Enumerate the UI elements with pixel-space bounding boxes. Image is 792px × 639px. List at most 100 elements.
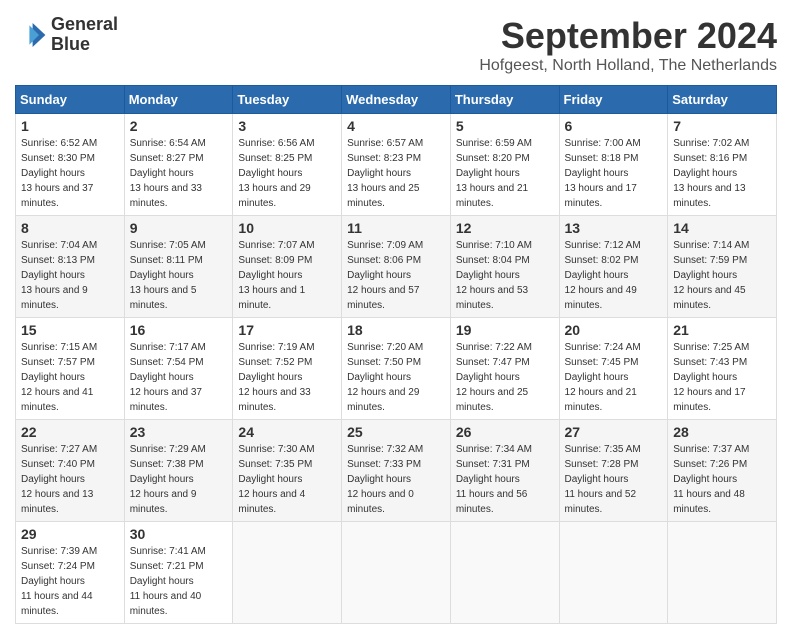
day-number: 18: [347, 322, 445, 338]
logo-icon: [15, 19, 47, 51]
day-info: Sunrise: 7:19 AM Sunset: 7:52 PM Dayligh…: [238, 340, 336, 415]
header-friday: Friday: [559, 86, 668, 114]
calendar-cell: 26 Sunrise: 7:34 AM Sunset: 7:31 PM Dayl…: [450, 420, 559, 522]
day-info: Sunrise: 7:05 AM Sunset: 8:11 PM Dayligh…: [130, 238, 228, 313]
header-wednesday: Wednesday: [342, 86, 451, 114]
calendar-cell: [342, 522, 451, 624]
day-info: Sunrise: 7:35 AM Sunset: 7:28 PM Dayligh…: [565, 442, 663, 517]
calendar-cell: 19 Sunrise: 7:22 AM Sunset: 7:47 PM Dayl…: [450, 318, 559, 420]
logo-line1: General: [51, 15, 118, 35]
day-number: 26: [456, 424, 554, 440]
calendar-cell: 16 Sunrise: 7:17 AM Sunset: 7:54 PM Dayl…: [124, 318, 233, 420]
day-info: Sunrise: 6:59 AM Sunset: 8:20 PM Dayligh…: [456, 136, 554, 211]
day-number: 20: [565, 322, 663, 338]
day-info: Sunrise: 7:12 AM Sunset: 8:02 PM Dayligh…: [565, 238, 663, 313]
calendar-cell: 2 Sunrise: 6:54 AM Sunset: 8:27 PM Dayli…: [124, 114, 233, 216]
day-info: Sunrise: 7:14 AM Sunset: 7:59 PM Dayligh…: [673, 238, 771, 313]
calendar-cell: 4 Sunrise: 6:57 AM Sunset: 8:23 PM Dayli…: [342, 114, 451, 216]
day-number: 5: [456, 118, 554, 134]
calendar-cell: 12 Sunrise: 7:10 AM Sunset: 8:04 PM Dayl…: [450, 216, 559, 318]
day-info: Sunrise: 7:09 AM Sunset: 8:06 PM Dayligh…: [347, 238, 445, 313]
day-number: 27: [565, 424, 663, 440]
calendar-cell: 14 Sunrise: 7:14 AM Sunset: 7:59 PM Dayl…: [668, 216, 777, 318]
day-info: Sunrise: 7:24 AM Sunset: 7:45 PM Dayligh…: [565, 340, 663, 415]
day-number: 2: [130, 118, 228, 134]
day-info: Sunrise: 7:39 AM Sunset: 7:24 PM Dayligh…: [21, 544, 119, 619]
calendar-cell: 1 Sunrise: 6:52 AM Sunset: 8:30 PM Dayli…: [16, 114, 125, 216]
day-info: Sunrise: 7:41 AM Sunset: 7:21 PM Dayligh…: [130, 544, 228, 619]
calendar-cell: 28 Sunrise: 7:37 AM Sunset: 7:26 PM Dayl…: [668, 420, 777, 522]
calendar-cell: 13 Sunrise: 7:12 AM Sunset: 8:02 PM Dayl…: [559, 216, 668, 318]
day-info: Sunrise: 7:15 AM Sunset: 7:57 PM Dayligh…: [21, 340, 119, 415]
day-info: Sunrise: 7:22 AM Sunset: 7:47 PM Dayligh…: [456, 340, 554, 415]
calendar-cell: [450, 522, 559, 624]
day-info: Sunrise: 7:30 AM Sunset: 7:35 PM Dayligh…: [238, 442, 336, 517]
calendar-cell: 6 Sunrise: 7:00 AM Sunset: 8:18 PM Dayli…: [559, 114, 668, 216]
calendar-cell: 27 Sunrise: 7:35 AM Sunset: 7:28 PM Dayl…: [559, 420, 668, 522]
calendar-week-5: 29 Sunrise: 7:39 AM Sunset: 7:24 PM Dayl…: [16, 522, 777, 624]
day-number: 11: [347, 220, 445, 236]
day-info: Sunrise: 6:54 AM Sunset: 8:27 PM Dayligh…: [130, 136, 228, 211]
day-info: Sunrise: 7:17 AM Sunset: 7:54 PM Dayligh…: [130, 340, 228, 415]
calendar-week-3: 15 Sunrise: 7:15 AM Sunset: 7:57 PM Dayl…: [16, 318, 777, 420]
calendar-cell: 3 Sunrise: 6:56 AM Sunset: 8:25 PM Dayli…: [233, 114, 342, 216]
day-number: 17: [238, 322, 336, 338]
calendar-cell: 7 Sunrise: 7:02 AM Sunset: 8:16 PM Dayli…: [668, 114, 777, 216]
calendar-cell: 5 Sunrise: 6:59 AM Sunset: 8:20 PM Dayli…: [450, 114, 559, 216]
month-title: September 2024: [479, 15, 777, 57]
day-number: 3: [238, 118, 336, 134]
day-number: 29: [21, 526, 119, 542]
calendar-cell: 17 Sunrise: 7:19 AM Sunset: 7:52 PM Dayl…: [233, 318, 342, 420]
day-number: 13: [565, 220, 663, 236]
day-info: Sunrise: 7:27 AM Sunset: 7:40 PM Dayligh…: [21, 442, 119, 517]
calendar-cell: 8 Sunrise: 7:04 AM Sunset: 8:13 PM Dayli…: [16, 216, 125, 318]
day-info: Sunrise: 7:25 AM Sunset: 7:43 PM Dayligh…: [673, 340, 771, 415]
day-number: 15: [21, 322, 119, 338]
day-number: 24: [238, 424, 336, 440]
title-block: September 2024 Hofgeest, North Holland, …: [479, 15, 777, 75]
day-number: 16: [130, 322, 228, 338]
day-number: 21: [673, 322, 771, 338]
day-info: Sunrise: 6:52 AM Sunset: 8:30 PM Dayligh…: [21, 136, 119, 211]
day-number: 7: [673, 118, 771, 134]
day-number: 10: [238, 220, 336, 236]
calendar-cell: [668, 522, 777, 624]
day-number: 23: [130, 424, 228, 440]
calendar-header-row: SundayMondayTuesdayWednesdayThursdayFrid…: [16, 86, 777, 114]
calendar-cell: 15 Sunrise: 7:15 AM Sunset: 7:57 PM Dayl…: [16, 318, 125, 420]
day-number: 25: [347, 424, 445, 440]
calendar-cell: 23 Sunrise: 7:29 AM Sunset: 7:38 PM Dayl…: [124, 420, 233, 522]
calendar-cell: 30 Sunrise: 7:41 AM Sunset: 7:21 PM Dayl…: [124, 522, 233, 624]
day-info: Sunrise: 6:56 AM Sunset: 8:25 PM Dayligh…: [238, 136, 336, 211]
header-monday: Monday: [124, 86, 233, 114]
day-number: 22: [21, 424, 119, 440]
calendar-week-2: 8 Sunrise: 7:04 AM Sunset: 8:13 PM Dayli…: [16, 216, 777, 318]
day-number: 19: [456, 322, 554, 338]
calendar-cell: 18 Sunrise: 7:20 AM Sunset: 7:50 PM Dayl…: [342, 318, 451, 420]
day-info: Sunrise: 7:37 AM Sunset: 7:26 PM Dayligh…: [673, 442, 771, 517]
calendar-cell: 9 Sunrise: 7:05 AM Sunset: 8:11 PM Dayli…: [124, 216, 233, 318]
calendar-cell: 22 Sunrise: 7:27 AM Sunset: 7:40 PM Dayl…: [16, 420, 125, 522]
day-number: 4: [347, 118, 445, 134]
calendar-cell: 24 Sunrise: 7:30 AM Sunset: 7:35 PM Dayl…: [233, 420, 342, 522]
calendar-week-4: 22 Sunrise: 7:27 AM Sunset: 7:40 PM Dayl…: [16, 420, 777, 522]
day-number: 1: [21, 118, 119, 134]
day-number: 14: [673, 220, 771, 236]
header-thursday: Thursday: [450, 86, 559, 114]
day-number: 9: [130, 220, 228, 236]
day-number: 8: [21, 220, 119, 236]
calendar-cell: 25 Sunrise: 7:32 AM Sunset: 7:33 PM Dayl…: [342, 420, 451, 522]
day-info: Sunrise: 7:07 AM Sunset: 8:09 PM Dayligh…: [238, 238, 336, 313]
calendar-cell: 11 Sunrise: 7:09 AM Sunset: 8:06 PM Dayl…: [342, 216, 451, 318]
calendar-week-1: 1 Sunrise: 6:52 AM Sunset: 8:30 PM Dayli…: [16, 114, 777, 216]
day-number: 28: [673, 424, 771, 440]
day-number: 30: [130, 526, 228, 542]
day-number: 6: [565, 118, 663, 134]
day-number: 12: [456, 220, 554, 236]
logo-line2: Blue: [51, 35, 118, 55]
day-info: Sunrise: 7:32 AM Sunset: 7:33 PM Dayligh…: [347, 442, 445, 517]
calendar-cell: 20 Sunrise: 7:24 AM Sunset: 7:45 PM Dayl…: [559, 318, 668, 420]
day-info: Sunrise: 7:00 AM Sunset: 8:18 PM Dayligh…: [565, 136, 663, 211]
header-sunday: Sunday: [16, 86, 125, 114]
day-info: Sunrise: 7:20 AM Sunset: 7:50 PM Dayligh…: [347, 340, 445, 415]
